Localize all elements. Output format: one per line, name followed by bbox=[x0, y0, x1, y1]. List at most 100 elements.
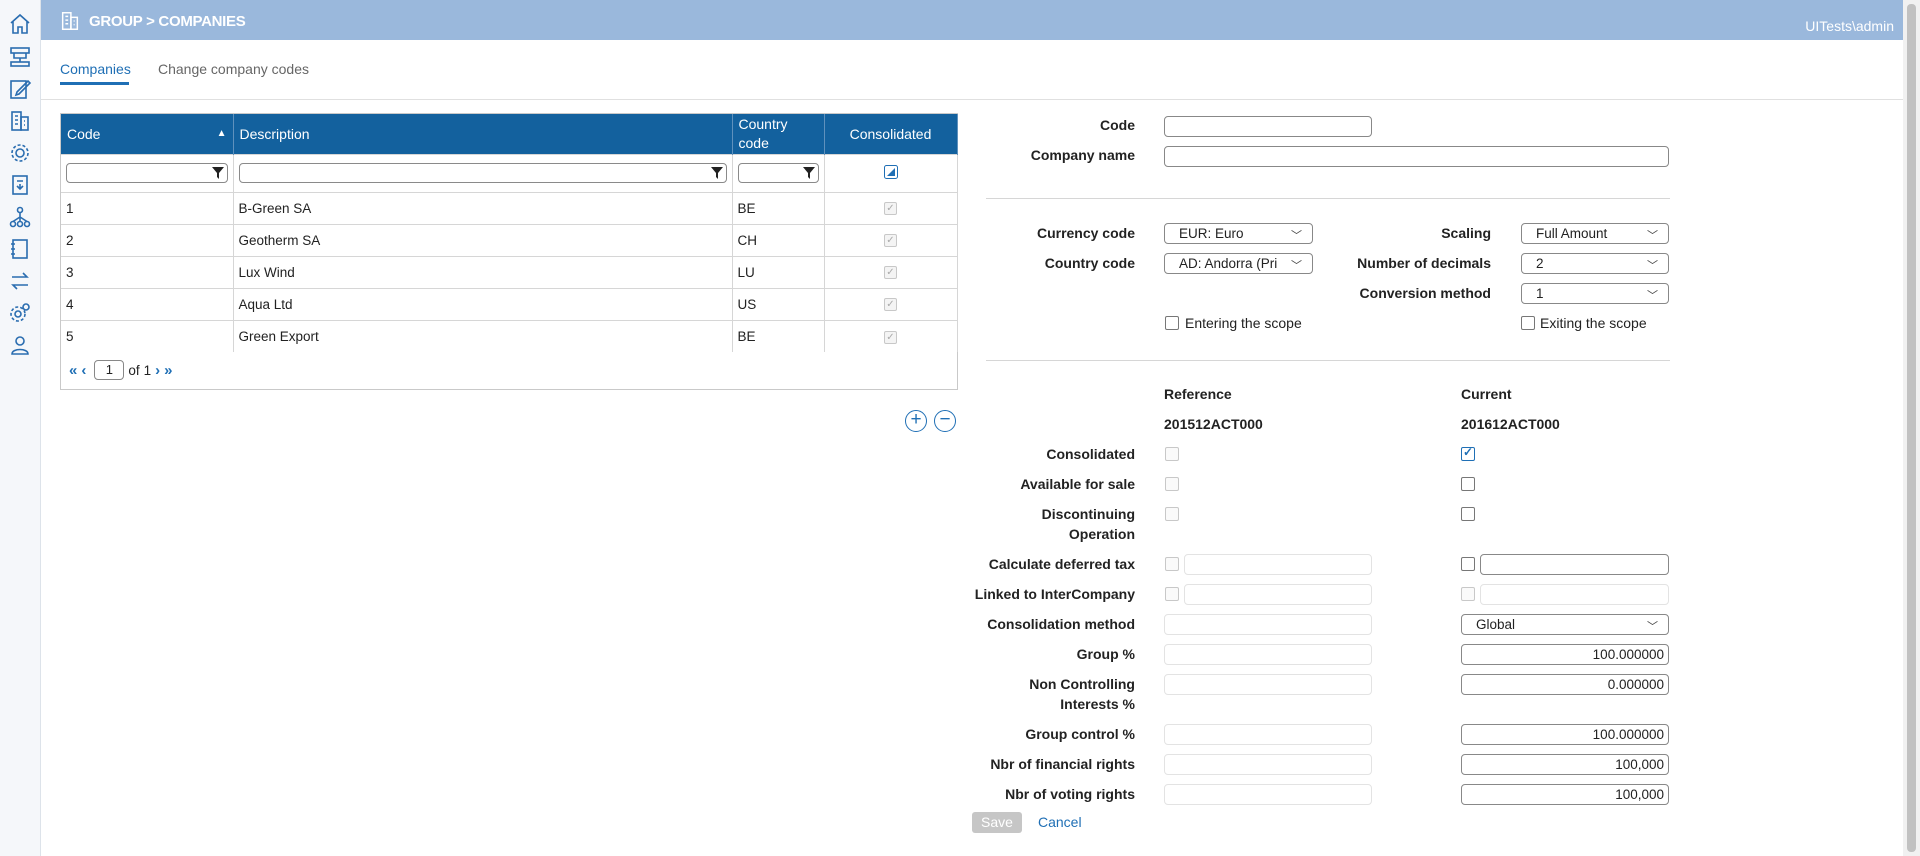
current-discontinuing-checkbox[interactable] bbox=[1461, 507, 1475, 521]
row-country: LU bbox=[732, 255, 825, 288]
filter-country-input[interactable] bbox=[737, 163, 819, 183]
entering-scope-checkbox[interactable] bbox=[1165, 316, 1179, 330]
pager: « ‹ 1 of 1 › » bbox=[69, 359, 172, 381]
scaling-select[interactable]: Full Amount ﹀ bbox=[1521, 223, 1669, 244]
table-row[interactable]: 5 Green Export BE ✓ bbox=[61, 319, 958, 352]
building-icon[interactable] bbox=[8, 109, 32, 133]
company-name-input[interactable] bbox=[1164, 146, 1669, 167]
consolidation-method-select[interactable]: Global ﹀ bbox=[1461, 614, 1669, 635]
group-percent-input[interactable]: 100.000000 bbox=[1461, 644, 1669, 665]
voting-rights-input[interactable]: 100,000 bbox=[1461, 784, 1669, 805]
first-page-button[interactable]: « bbox=[69, 362, 77, 379]
currency-code-select[interactable]: EUR: Euro ﹀ bbox=[1164, 223, 1313, 244]
remove-row-button[interactable]: − bbox=[934, 410, 956, 432]
report-icon[interactable] bbox=[8, 173, 32, 197]
edit-icon[interactable] bbox=[8, 77, 32, 101]
code-input[interactable] bbox=[1164, 116, 1372, 137]
reference-method-field bbox=[1164, 614, 1372, 635]
col-header-consolidated[interactable]: Consolidated bbox=[824, 114, 958, 154]
grid-header-row: Code ▲ Description Country code Consolida… bbox=[61, 114, 958, 154]
row-code: 3 bbox=[61, 255, 234, 288]
filter-consolidated-tristate-checkbox[interactable] bbox=[883, 164, 898, 179]
current-deferred-tax-input[interactable] bbox=[1480, 554, 1669, 575]
settings-icon[interactable] bbox=[8, 301, 32, 325]
tab-change-company-codes[interactable]: Change company codes bbox=[158, 61, 309, 77]
reference-consolidated-checkbox bbox=[1165, 447, 1179, 461]
exiting-scope-checkbox[interactable] bbox=[1521, 316, 1535, 330]
entering-scope-label: Entering the scope bbox=[1185, 315, 1302, 331]
reference-group-percent-field bbox=[1164, 644, 1372, 665]
row-country: US bbox=[732, 287, 825, 320]
available-for-sale-label: Available for sale bbox=[1020, 476, 1135, 492]
filter-icon[interactable] bbox=[710, 167, 723, 179]
page-number-input[interactable]: 1 bbox=[94, 360, 125, 380]
table-row[interactable]: 2 Geotherm SA CH ✓ bbox=[61, 223, 958, 256]
active-tab-indicator bbox=[60, 82, 129, 85]
prev-page-button[interactable]: ‹ bbox=[81, 362, 86, 379]
conversion-method-label: Conversion method bbox=[1359, 285, 1491, 301]
chevron-down-icon: ﹀ bbox=[1291, 260, 1302, 272]
conversion-method-select[interactable]: 1 ﹀ bbox=[1521, 283, 1669, 304]
row-consolidated-checkbox: ✓ bbox=[884, 266, 897, 280]
row-description: Aqua Ltd bbox=[233, 287, 733, 320]
col-header-code[interactable]: Code ▲ bbox=[61, 114, 234, 154]
financial-rights-input[interactable]: 100,000 bbox=[1461, 754, 1669, 775]
col-header-country-code[interactable]: Country code bbox=[732, 114, 825, 154]
user-icon[interactable] bbox=[8, 333, 32, 357]
currency-code-label: Currency code bbox=[1036, 225, 1135, 241]
filter-description-input[interactable] bbox=[238, 163, 727, 183]
scrollbar-thumb[interactable] bbox=[1907, 4, 1916, 852]
country-code-select[interactable]: AD: Andorra (Pri ﹀ bbox=[1164, 253, 1313, 274]
companies-grid: Code ▲ Description Country code Consolida… bbox=[60, 113, 958, 390]
org-chart-icon[interactable] bbox=[8, 205, 32, 229]
current-consolidated-checkbox[interactable] bbox=[1461, 445, 1475, 461]
current-deferred-tax-checkbox[interactable] bbox=[1461, 557, 1475, 571]
financial-rights-label: Nbr of financial rights bbox=[990, 756, 1135, 772]
country-code-value: AD: Andorra (Pri bbox=[1179, 256, 1278, 271]
row-country: CH bbox=[732, 223, 825, 256]
book-icon[interactable] bbox=[8, 237, 32, 261]
filter-icon[interactable] bbox=[211, 167, 224, 179]
sidebar bbox=[0, 0, 41, 856]
tab-companies[interactable]: Companies bbox=[60, 61, 131, 77]
gear-cog-icon[interactable] bbox=[8, 141, 32, 165]
row-country: BE bbox=[732, 319, 825, 352]
chevron-down-icon: ﹀ bbox=[1647, 290, 1658, 302]
vertical-scrollbar[interactable] bbox=[1903, 0, 1920, 856]
chevron-down-icon: ﹀ bbox=[1647, 230, 1658, 242]
group-control-label: Group control % bbox=[1025, 726, 1135, 742]
current-period: 201612ACT000 bbox=[1461, 416, 1560, 432]
decimals-select[interactable]: 2 ﹀ bbox=[1521, 253, 1669, 274]
nci-percent-input[interactable]: 0.000000 bbox=[1461, 674, 1669, 695]
table-row[interactable]: 1 B-Green SA BE ✓ bbox=[61, 191, 958, 224]
reference-voting-rights-field bbox=[1164, 784, 1372, 805]
filter-row bbox=[61, 153, 958, 192]
page-title: GROUP > COMPANIES bbox=[89, 13, 246, 30]
user-name[interactable]: UITests\admin bbox=[1805, 18, 1894, 34]
reference-deferred-tax-checkbox bbox=[1165, 557, 1179, 571]
reference-deferred-tax-input bbox=[1184, 554, 1372, 575]
row-consolidated-checkbox: ✓ bbox=[884, 298, 897, 312]
current-available-checkbox[interactable] bbox=[1461, 477, 1475, 491]
current-column-header: Current bbox=[1461, 386, 1512, 402]
filter-icon[interactable] bbox=[802, 167, 815, 179]
chevron-down-icon: ﹀ bbox=[1291, 230, 1302, 242]
col-header-code-label: Code bbox=[67, 125, 101, 142]
cancel-button[interactable]: Cancel bbox=[1038, 814, 1082, 830]
col-header-description[interactable]: Description bbox=[233, 114, 733, 154]
reference-available-checkbox bbox=[1165, 477, 1179, 491]
discontinuing-label-line2: Operation bbox=[1068, 526, 1135, 542]
filter-code-input[interactable] bbox=[66, 163, 228, 183]
transfer-icon[interactable] bbox=[8, 269, 32, 293]
group-control-input[interactable]: 100.000000 bbox=[1461, 724, 1669, 745]
hierarchy-icon[interactable] bbox=[8, 45, 32, 69]
decimals-label: Number of decimals bbox=[1357, 255, 1491, 271]
table-row[interactable]: 4 Aqua Ltd US ✓ bbox=[61, 287, 958, 320]
add-row-button[interactable]: + bbox=[905, 410, 927, 432]
table-row[interactable]: 3 Lux Wind LU ✓ bbox=[61, 255, 958, 288]
save-button[interactable]: Save bbox=[972, 812, 1022, 833]
next-page-button[interactable]: › bbox=[155, 362, 160, 379]
last-page-button[interactable]: » bbox=[164, 362, 172, 379]
home-icon[interactable] bbox=[8, 12, 32, 36]
row-description: Lux Wind bbox=[233, 255, 733, 288]
